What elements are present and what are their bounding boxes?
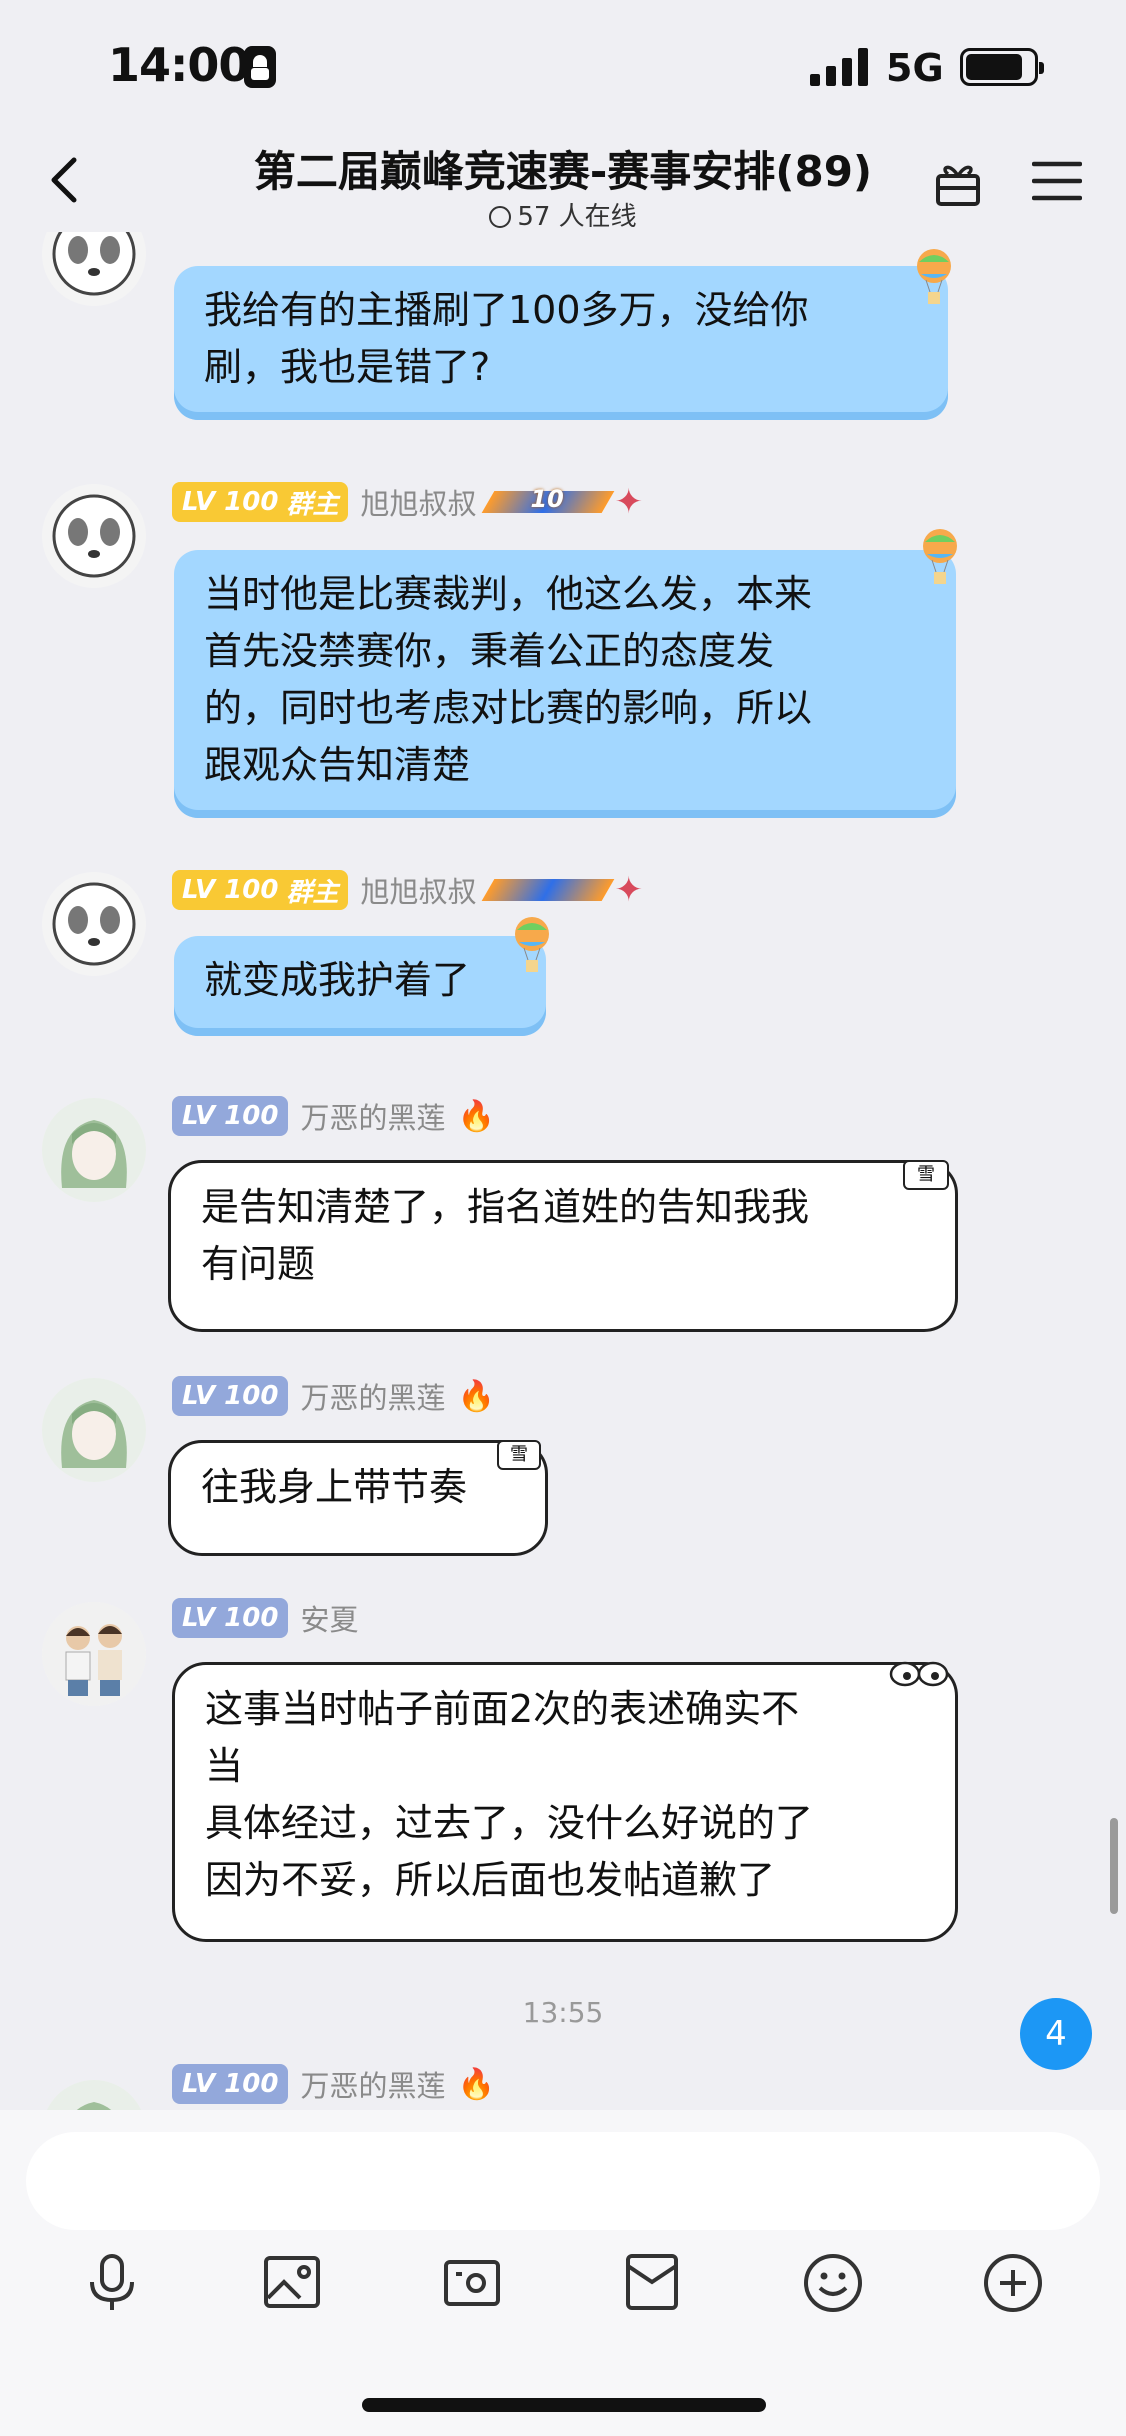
message-bubble[interactable]: 这事当时帖子前面2次的表述确实不 当 具体经过，过去了，没什么好说的了 因为不妥… [172,1661,958,1942]
camera-icon [444,2260,500,2306]
sender-name[interactable]: 万恶的黑莲 [300,1095,445,1137]
message-bubble[interactable]: 往我身上带节奏 雪 [168,1440,548,1556]
avatar[interactable] [42,1378,146,1482]
snow-tag: 雪 [903,1160,949,1190]
message-meta: LV 100 万恶的黑莲 🔥 [172,1094,495,1138]
message-text: 我给有的主播刷了100多万，没给你 刷，我也是错了? [204,288,809,389]
message-input[interactable] [26,2132,1100,2230]
sender-name[interactable]: 旭旭叔叔 [360,869,476,911]
red-packet-button[interactable] [624,2252,680,2316]
camera-button[interactable] [442,2252,502,2316]
star-icon: ✦ [614,482,643,522]
level-badge: LV 100 [172,2064,289,2104]
level-badge: LV 100 [172,1376,289,1416]
time-divider: 13:55 [522,1996,604,2029]
avatar[interactable] [42,484,146,588]
avatar[interactable] [42,1602,146,1706]
message-text: 就变成我护着了 [204,958,471,1002]
snow-tag: 雪 [497,1440,541,1470]
battery-icon [960,48,1044,86]
anime-girl-avatar-icon [42,1098,146,1202]
eyes-decoration-icon [887,1649,951,1687]
sender-name[interactable]: 旭旭叔叔 [360,481,476,523]
anime-girl-avatar-icon [42,1378,146,1482]
message-bubble[interactable]: 是告知清楚了，指名道姓的告知我我 有问题 雪 [168,1160,958,1332]
anime-girl-avatar-icon [42,2080,146,2110]
message-meta: LV 100 安夏 [172,1596,358,1640]
gift-box-icon [936,165,980,206]
lock-orientation-icon [244,46,276,88]
children-avatar-icon [42,1602,146,1706]
rank-badge: 10 ✦ [482,482,648,522]
gift-box-button[interactable] [934,156,982,208]
menu-icon [1031,161,1083,201]
emoji-icon [804,2254,862,2312]
star-icon: ✦ [614,870,643,910]
flame-icon: 🔥 [457,1098,495,1134]
avatar[interactable] [42,1098,146,1202]
network-type: 5G [886,46,944,90]
level-badge: LV 100 [172,1096,289,1136]
level-badge: LV 100 群主 [172,482,349,522]
sender-name[interactable]: 万恶的黑莲 [300,1375,445,1417]
balloon-icon [914,248,954,312]
panda-face-icon [52,882,136,966]
message-text: 是告知清楚了，指名道姓的告知我我 有问题 [201,1185,810,1286]
balloon-icon [920,528,960,592]
balloon-icon [512,916,552,980]
red-packet-icon [626,2254,678,2310]
level-badge: LV 100 群主 [172,870,349,910]
microphone-icon [90,2254,134,2310]
emoji-button[interactable] [802,2252,864,2318]
more-button[interactable] [982,2252,1044,2318]
panda-face-icon [52,232,136,296]
flame-icon: 🔥 [457,2066,495,2102]
signal-icon [810,48,870,86]
panda-face-icon [52,494,136,578]
message-bubble[interactable]: 当时他是比赛裁判，他这么发，本来 首先没禁赛你，秉着公正的态度发 的，同时也考虑… [174,550,956,818]
avatar[interactable] [42,232,146,306]
sender-name[interactable]: 万恶的黑莲 [300,2063,445,2105]
plus-icon [984,2254,1042,2312]
sender-name[interactable]: 安夏 [300,1597,358,1639]
avatar[interactable] [42,872,146,976]
level-badge: LV 100 [172,1598,289,1638]
message-meta: LV 100 万恶的黑莲 🔥 [172,1374,495,1418]
message-bubble[interactable]: 我给有的主播刷了100多万，没给你 刷，我也是错了? [174,266,948,420]
home-indicator[interactable] [362,2398,766,2412]
image-button[interactable] [262,2252,322,2316]
avatar[interactable] [42,2080,146,2110]
scrollbar[interactable] [1110,1818,1118,1914]
message-text: 往我身上带节奏 [201,1465,468,1509]
message-bubble[interactable]: 就变成我护着了 [174,936,546,1036]
unread-count-badge[interactable]: 4 [1020,1998,1092,2070]
message-text: 这事当时帖子前面2次的表述确实不 当 具体经过，过去了，没什么好说的了 因为不妥… [205,1687,814,1902]
clock-icon [489,206,512,228]
chat-bottom-clip: LV 100 万恶的黑莲 🔥 [0,2060,1126,2110]
message-text: 当时他是比赛裁判，他这么发，本来 首先没禁赛你，秉着公正的态度发 的，同时也考虑… [204,572,813,787]
image-icon [264,2256,320,2308]
status-time: 14:00 [108,38,250,92]
voice-button[interactable] [84,2252,140,2318]
message-meta: LV 100 群主 旭旭叔叔 10 ✦ [172,480,648,524]
flame-icon: 🔥 [457,1378,495,1414]
message-meta: LV 100 群主 旭旭叔叔 ✦ [172,868,648,912]
message-meta: LV 100 万恶的黑莲 🔥 [172,2062,495,2106]
rank-badge: ✦ [482,870,648,910]
menu-button[interactable] [1031,160,1083,202]
